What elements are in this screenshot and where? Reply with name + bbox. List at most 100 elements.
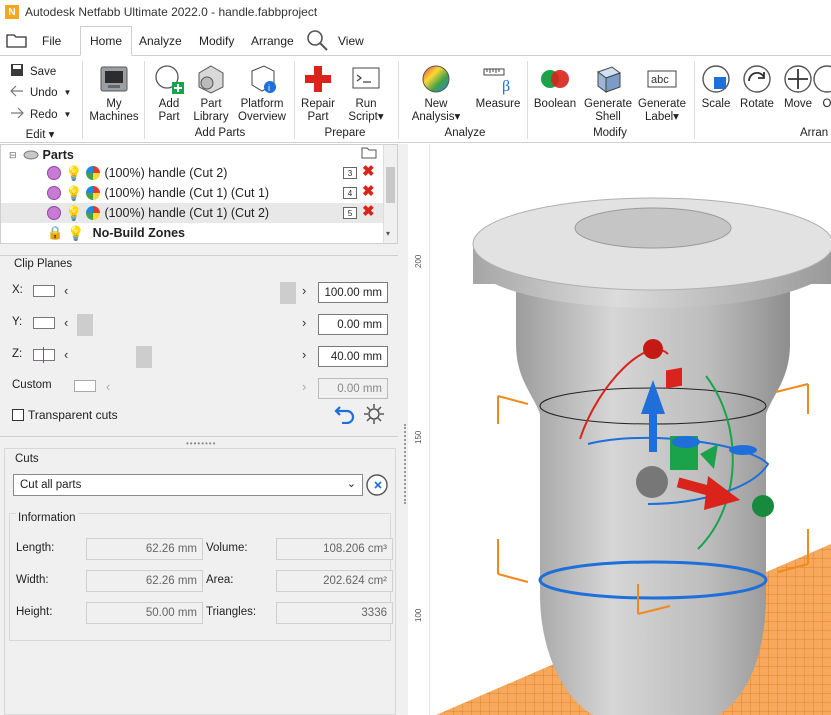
part-library-button[interactable]: Part Library [185, 63, 237, 124]
transparent-cuts-label: Transparent cuts [28, 408, 118, 422]
printer-machine-icon [98, 63, 130, 95]
prepare-group-label: Prepare [324, 127, 366, 139]
clip-y-slider[interactable] [74, 314, 298, 336]
clip-y-decrement[interactable]: ‹ [64, 315, 68, 330]
modify-group-label: Modify [593, 127, 627, 139]
clip-plane-y-icon[interactable] [33, 317, 55, 329]
clip-custom-decrement[interactable]: ‹ [106, 379, 110, 394]
tab-arrange[interactable]: Arrange [251, 26, 294, 56]
redo-button[interactable]: Redo ▼ [10, 107, 71, 122]
generate-label-button[interactable]: abc Generate Label▾ [636, 63, 688, 124]
clip-plane-custom-icon[interactable] [74, 380, 96, 392]
triangles-label: Triangles: [206, 606, 257, 618]
lock-icon: 🔒 [47, 225, 64, 240]
rotate-x-handle[interactable] [643, 339, 663, 359]
more-arrange-button[interactable]: O [812, 63, 831, 111]
move-icon [782, 63, 814, 95]
clip-y-increment[interactable]: › [302, 315, 306, 330]
width-label: Width: [16, 574, 49, 586]
save-button[interactable]: Save [10, 63, 56, 80]
no-build-zones-item[interactable]: 🔒 💡 No-Build Zones [47, 223, 427, 243]
clip-x-value[interactable]: 100.00 mm [318, 282, 388, 303]
part-number-badge: 5 [343, 207, 357, 219]
repair-cross-icon [302, 63, 334, 95]
tab-analyze[interactable]: Analyze [139, 26, 182, 56]
tab-modify[interactable]: Modify [199, 26, 234, 56]
left-panel: ⊟ Parts 💡 (100%) handle (Cut 2) 💡 (100%)… [0, 144, 402, 715]
clip-z-decrement[interactable]: ‹ [64, 347, 68, 362]
boolean-spheres-icon [539, 63, 571, 95]
lightbulb-icon: 💡 [65, 164, 83, 181]
volume-value: 108.206 cm³ [276, 538, 393, 560]
tab-view[interactable]: View [338, 26, 364, 56]
parts-root[interactable]: ⊟ Parts [9, 145, 389, 165]
remove-part-icon[interactable]: ✖ [362, 182, 375, 200]
undo-button[interactable]: Undo ▼ [10, 85, 71, 100]
part-library-icon [195, 63, 227, 95]
tree-item[interactable]: 💡 (100%) handle (Cut 1) (Cut 2) [1, 203, 383, 223]
clip-z-increment[interactable]: › [302, 347, 306, 362]
measure-button[interactable]: β Measure [472, 63, 524, 111]
clip-custom-increment[interactable]: › [302, 379, 306, 394]
repair-part-button[interactable]: Repair Part [292, 63, 344, 124]
scene-canvas[interactable] [408, 144, 831, 715]
cuts-dropdown[interactable]: Cut all parts ⌄ [13, 474, 363, 496]
new-analysis-button[interactable]: New Analysis▾ [410, 63, 462, 124]
lightbulb-icon: 💡 [65, 184, 83, 201]
generate-shell-button[interactable]: Generate Shell [582, 63, 634, 124]
svg-text:i: i [268, 83, 270, 93]
boolean-button[interactable]: Boolean [529, 63, 581, 111]
part-number-badge: 4 [343, 187, 357, 199]
my-machines-button[interactable]: My Machines [88, 63, 140, 124]
clip-z-value[interactable]: 40.00 mm [318, 346, 388, 367]
length-value: 62.26 mm [86, 538, 203, 560]
remove-part-icon[interactable]: ✖ [362, 162, 375, 180]
area-label: Area: [206, 574, 234, 586]
triangles-value: 3336 [276, 602, 393, 624]
3d-viewport[interactable]: 200 150 100 [408, 144, 831, 715]
open-folder-icon[interactable] [6, 32, 28, 51]
open-folder-icon[interactable] [361, 146, 377, 162]
tab-file[interactable]: File [42, 26, 61, 56]
undo-cut-icon[interactable] [334, 404, 356, 427]
svg-text:β: β [502, 78, 510, 95]
analysis-icon [86, 186, 101, 200]
run-script-button[interactable]: Run Script▾ [340, 63, 392, 124]
ribbon-tabs: File Home Analyze Modify Arrange View [0, 24, 831, 56]
redo-icon [10, 107, 24, 122]
clip-plane-z-icon[interactable] [33, 347, 55, 363]
save-label: Save [30, 65, 57, 78]
execute-cut-icon[interactable] [365, 473, 389, 500]
edit-group-label[interactable]: Edit ▾ [20, 127, 60, 141]
clip-x-increment[interactable]: › [302, 283, 306, 298]
remove-part-icon[interactable]: ✖ [362, 202, 375, 220]
shell-cube-icon [592, 63, 624, 95]
clip-z-slider[interactable] [74, 346, 298, 368]
rotate-y-handle[interactable] [752, 495, 774, 517]
clip-x-slider[interactable] [74, 282, 298, 304]
chevron-down-icon: ⌄ [346, 478, 356, 490]
analyze-group-label: Analyze [444, 127, 486, 139]
information-title: Information [16, 512, 78, 524]
analysis-icon [86, 206, 101, 220]
clip-x-decrement[interactable]: ‹ [64, 283, 68, 298]
save-icon [10, 63, 24, 80]
scale-icon [700, 63, 732, 95]
clip-custom-label: Custom [12, 379, 52, 391]
transparent-cuts-checkbox[interactable]: Transparent cuts [12, 408, 118, 422]
move-center-handle[interactable] [636, 466, 668, 498]
clip-y-value[interactable]: 0.00 mm [318, 314, 388, 335]
lightbulb-icon: 💡 [67, 224, 85, 241]
clip-plane-x-icon[interactable] [33, 285, 55, 297]
parts-tree: ⊟ Parts 💡 (100%) handle (Cut 2) 💡 (100%)… [0, 144, 398, 244]
gear-icon[interactable] [362, 402, 386, 429]
clip-z-label: Z: [12, 348, 23, 360]
add-parts-group-label: Add Parts [194, 127, 246, 139]
width-value: 62.26 mm [86, 570, 203, 592]
platform-overview-icon: i [246, 63, 278, 95]
add-part-icon [153, 63, 185, 95]
tab-home[interactable]: Home [80, 26, 133, 56]
tree-scrollbar[interactable]: ▾ [383, 145, 397, 243]
platform-overview-button[interactable]: i Platform Overview [236, 63, 288, 124]
search-icon[interactable] [305, 28, 329, 55]
